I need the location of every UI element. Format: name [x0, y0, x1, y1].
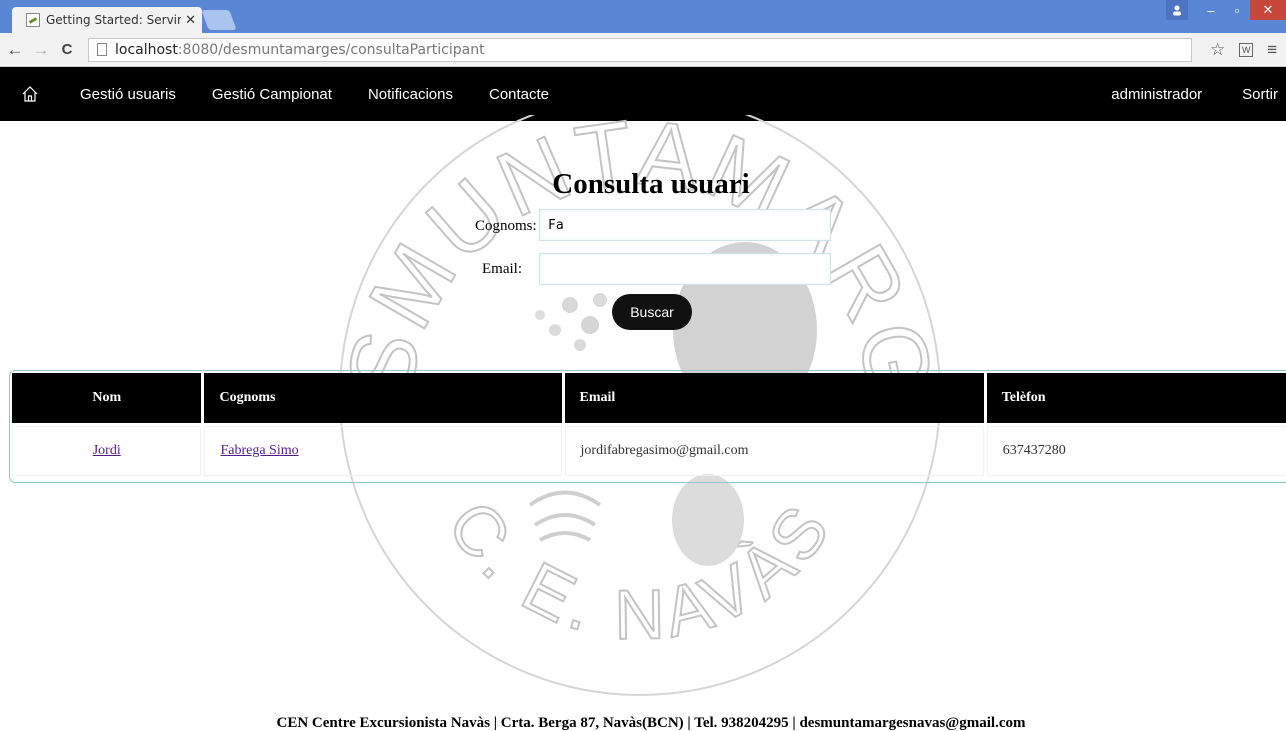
nom-link[interactable]: Jordi — [93, 443, 121, 458]
cell-email: jordifabregasimo@gmail.com — [564, 426, 984, 476]
watermark-bottom-text: C. E. NAVÀS — [432, 486, 843, 655]
extension-icon[interactable]: W — [1239, 42, 1254, 57]
close-icon[interactable]: ✕ — [185, 12, 196, 28]
cognoms-input[interactable] — [539, 209, 831, 241]
cognoms-link[interactable]: Fabrega Simo — [220, 443, 298, 458]
table-row: Jordi Fabrega Simo jordifabregasimo@gmai… — [12, 426, 1286, 476]
nav-contacte[interactable]: Contacte — [489, 86, 549, 103]
svg-text:C. E. NAVÀS: C. E. NAVÀS — [433, 487, 848, 654]
email-input[interactable] — [539, 253, 831, 285]
browser-toolbar: ← → C localhost:8080/desmuntamarges/cons… — [0, 33, 1286, 67]
page-icon — [97, 43, 107, 56]
header-telefon: Telèfon — [986, 373, 1286, 423]
url-path: :8080/desmuntamarges/consultaParticipant — [177, 41, 485, 58]
forward-icon[interactable]: → — [30, 40, 52, 60]
favicon-icon — [26, 13, 40, 27]
star-icon[interactable]: ☆ — [1210, 40, 1225, 60]
nav-notificacions[interactable]: Notificacions — [368, 86, 453, 103]
nav-logout[interactable]: Sortir — [1242, 86, 1278, 103]
header-nom: Nom — [12, 373, 202, 423]
nav-gestio-campionat[interactable]: Gestió Campionat — [212, 86, 332, 103]
home-icon[interactable] — [0, 85, 60, 103]
menu-icon[interactable]: ≡ — [1267, 40, 1277, 60]
search-button[interactable]: Buscar — [612, 294, 692, 330]
back-icon[interactable]: ← — [4, 40, 26, 60]
new-tab-button[interactable] — [201, 10, 237, 30]
reload-icon[interactable]: C — [56, 41, 78, 58]
window-controls: – ▫ ✕ — [1166, 0, 1286, 20]
header-email: Email — [564, 373, 984, 423]
minimize-icon[interactable]: – — [1198, 0, 1224, 20]
restore-icon[interactable]: ▫ — [1224, 0, 1250, 20]
cell-telefon: 637437280 — [986, 426, 1286, 476]
email-label: Email: — [482, 261, 522, 277]
browser-tab[interactable]: Getting Started: Serving W ✕ — [12, 7, 202, 33]
nav-user[interactable]: administrador — [1111, 86, 1202, 103]
site-navbar: Gestió usuaris Gestió Campionat Notifica… — [0, 67, 1286, 121]
header-cognoms: Cognoms — [204, 373, 562, 423]
footer-contact: CEN Centre Excursionista Navàs | Crta. B… — [276, 715, 1026, 731]
address-bar[interactable]: localhost:8080/desmuntamarges/consultaPa… — [88, 37, 1192, 62]
results-table: Nom Cognoms Email Telèfon Jordi Fabrega … — [9, 370, 1286, 483]
cognoms-label: Cognoms: — [475, 218, 537, 234]
table-header-row: Nom Cognoms Email Telèfon — [12, 373, 1286, 423]
cell-nom: Jordi — [12, 426, 202, 476]
nav-gestio-usuaris[interactable]: Gestió usuaris — [80, 86, 176, 103]
tab-title: Getting Started: Serving W — [46, 13, 182, 27]
url-host: localhost — [115, 41, 178, 58]
window-close-icon[interactable]: ✕ — [1250, 0, 1286, 20]
cell-cognoms: Fabrega Simo — [204, 426, 562, 476]
browser-tabstrip: Getting Started: Serving W ✕ – ▫ ✕ — [0, 0, 1286, 33]
user-icon[interactable] — [1166, 0, 1188, 20]
page-title: Consulta usuari — [552, 168, 750, 200]
